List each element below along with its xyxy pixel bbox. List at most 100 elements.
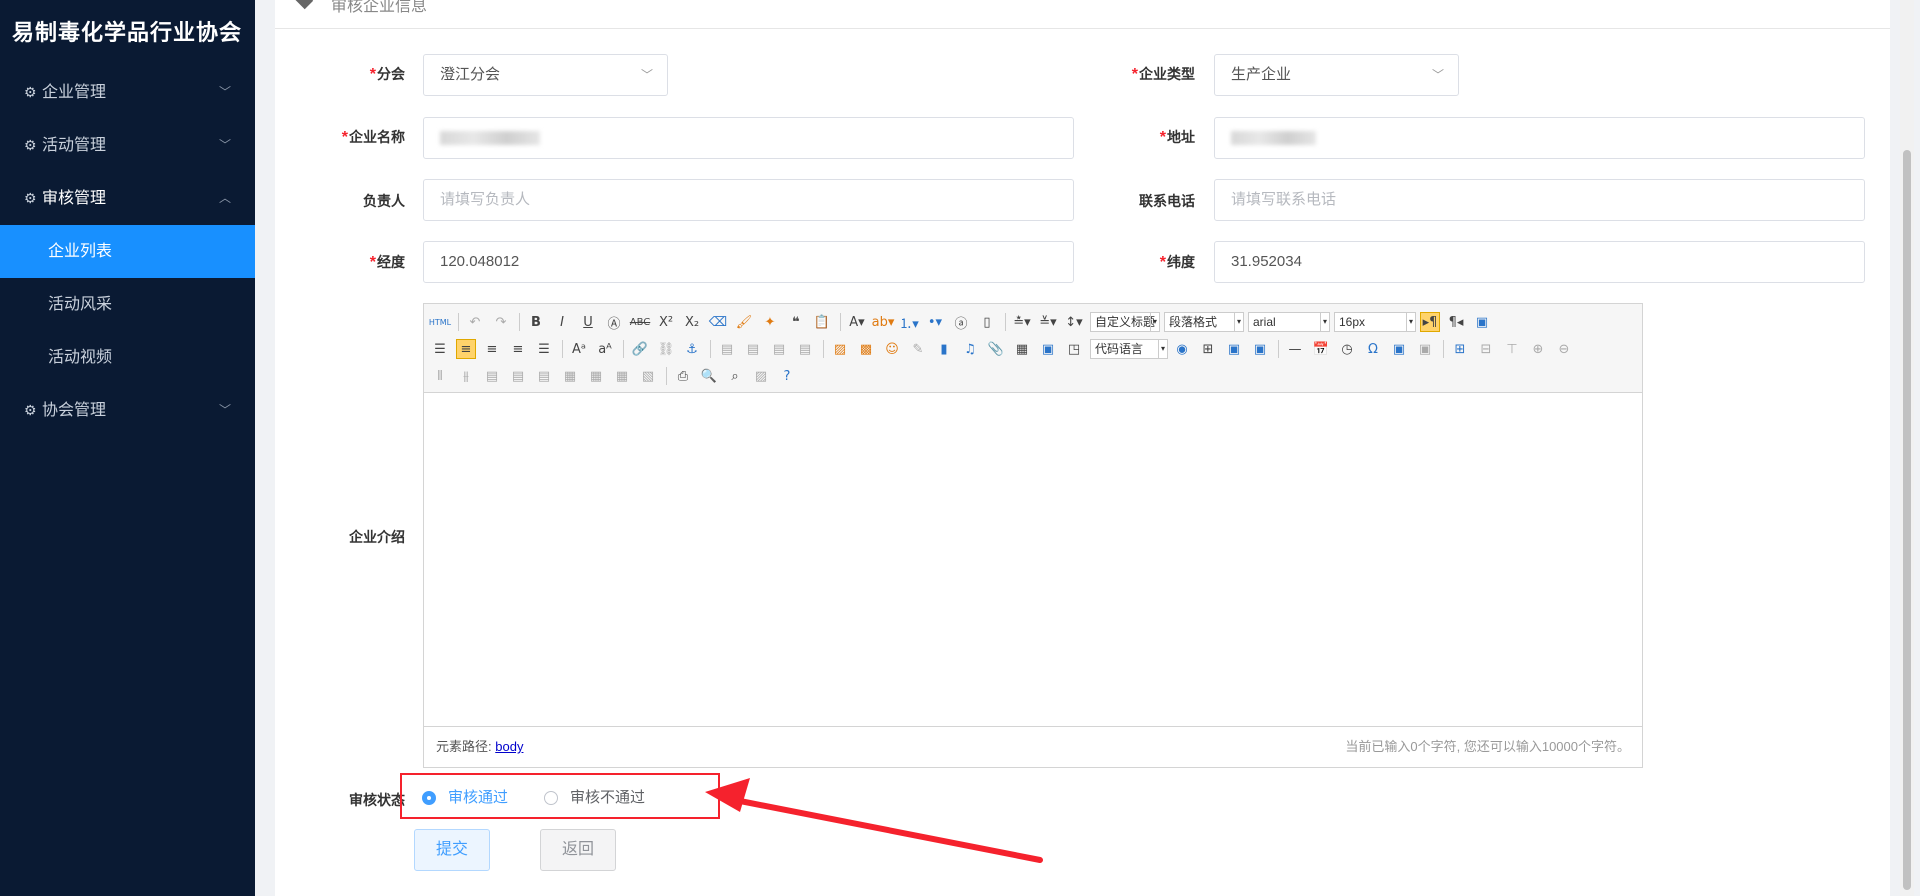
emotion-icon[interactable]: ☺ — [882, 339, 902, 359]
delete-row-icon[interactable]: ⊖ — [1554, 339, 1574, 359]
insert-video-icon[interactable]: ▮ — [934, 339, 954, 359]
font-family-select[interactable]: arial ▾ — [1248, 312, 1330, 332]
simple-upload-icon[interactable]: ▨ — [830, 339, 850, 359]
unlink-icon[interactable]: ⛓ — [656, 339, 676, 359]
link-icon[interactable]: 🔗 — [630, 339, 650, 359]
sidebar-item-company-list[interactable]: 企业列表 — [0, 225, 255, 278]
background-color-icon[interactable]: ab▾ — [872, 312, 895, 332]
ordered-list-icon[interactable]: ⒈▾ — [899, 312, 919, 332]
company-name-field[interactable] — [423, 117, 1074, 159]
insert-col-icon[interactable]: ⫴ — [430, 366, 450, 386]
align-justify-icon[interactable]: ☰ — [534, 339, 554, 359]
html-source-icon[interactable]: HTML — [429, 312, 451, 332]
merge-cells-icon[interactable]: ▤ — [482, 366, 502, 386]
align-center-icon[interactable]: ≡ — [482, 339, 502, 359]
underline-icon[interactable]: U — [578, 312, 598, 332]
horizontal-rule-icon[interactable]: — — [1285, 339, 1305, 359]
menu-activity-management[interactable]: ⚙ 活动管理 ﹀ — [0, 119, 255, 172]
merge-down-icon[interactable]: ▤ — [534, 366, 554, 386]
image-none-icon[interactable]: ▤ — [717, 339, 737, 359]
split-to-cols-icon[interactable]: ▦ — [612, 366, 632, 386]
map-icon[interactable]: ▣ — [1224, 339, 1244, 359]
owner-field[interactable]: 请填写负责人 — [423, 179, 1074, 221]
latitude-field[interactable]: 31.952034 — [1214, 241, 1865, 283]
font-size-select[interactable]: 16px ▾ — [1334, 312, 1416, 332]
row-spacing-bottom-icon[interactable]: ≚▾ — [1038, 312, 1058, 332]
radio-reject[interactable]: 审核不通过 — [544, 789, 645, 807]
strikethrough-icon[interactable]: ABC — [630, 312, 651, 332]
drafts-icon[interactable]: ▨ — [751, 366, 771, 386]
line-height-icon[interactable]: ↕▾ — [1064, 312, 1084, 332]
company-type-select[interactable]: 生产企业 ﹀ — [1214, 54, 1459, 96]
menu-review-management[interactable]: ⚙ 审核管理 ︿ — [0, 172, 255, 225]
unordered-list-icon[interactable]: •▾ — [925, 312, 945, 332]
anchor-icon[interactable]: ⚓ — [682, 339, 702, 359]
to-uppercase-icon[interactable]: Aᵃ — [569, 339, 589, 359]
auto-typeset-icon[interactable]: ✦ — [760, 312, 780, 332]
image-left-icon[interactable]: ▤ — [743, 339, 763, 359]
longitude-field[interactable]: 120.048012 — [423, 241, 1074, 283]
code-language-select[interactable]: 代码语言 ▾ — [1090, 339, 1168, 359]
sidebar-item-activity-style[interactable]: 活动风采 — [0, 278, 255, 331]
image-center-icon[interactable]: ▤ — [795, 339, 815, 359]
delete-table-icon[interactable]: ⊟ — [1476, 339, 1496, 359]
eraser-icon[interactable]: ⌫ — [708, 312, 728, 332]
insert-frame-icon[interactable]: ▦ — [1012, 339, 1032, 359]
bold-icon[interactable]: B — [526, 312, 546, 332]
font-color-icon[interactable]: A▾ — [847, 312, 867, 332]
back-button[interactable]: 返回 — [540, 829, 616, 871]
preview-search-icon[interactable]: 🔍 — [699, 366, 719, 386]
element-path-link[interactable]: body — [495, 739, 523, 754]
editor-content-area[interactable] — [424, 392, 1642, 727]
insert-code-icon[interactable]: ▣ — [1038, 339, 1058, 359]
menu-association-management[interactable]: ⚙ 协会管理 ﹀ — [0, 384, 255, 437]
preview-icon[interactable]: ▣ — [1472, 312, 1492, 332]
format-brush-icon[interactable]: 🖌 — [734, 312, 754, 332]
music-icon[interactable]: ♫ — [960, 339, 980, 359]
indent-icon[interactable]: ☰ — [430, 339, 450, 359]
subscript-icon[interactable]: X₂ — [682, 312, 702, 332]
scrollbar[interactable] — [1900, 0, 1914, 896]
insert-row-icon[interactable]: ⊕ — [1528, 339, 1548, 359]
search-replace-icon[interactable]: ⌕ — [725, 366, 745, 386]
print-icon[interactable]: ⎙ — [673, 366, 693, 386]
superscript-icon[interactable]: X² — [656, 312, 676, 332]
date-icon[interactable]: 📅 — [1311, 339, 1331, 359]
merge-right-icon[interactable]: ▤ — [508, 366, 528, 386]
charts-icon[interactable]: ▧ — [638, 366, 658, 386]
redo-icon[interactable]: ↷ — [491, 312, 511, 332]
split-to-cells-icon[interactable]: ▦ — [560, 366, 580, 386]
radio-approve[interactable]: 审核通过 — [422, 789, 508, 807]
split-to-rows-icon[interactable]: ▦ — [586, 366, 606, 386]
time-icon[interactable]: ◷ — [1337, 339, 1357, 359]
page-break-icon[interactable]: ◳ — [1064, 339, 1084, 359]
ltr-direction-icon[interactable]: ▸¶ — [1420, 312, 1440, 332]
phone-field[interactable]: 请填写联系电话 — [1214, 179, 1865, 221]
scrollbar-thumb[interactable] — [1903, 150, 1911, 890]
undo-icon[interactable]: ↶ — [465, 312, 485, 332]
italic-icon[interactable]: I — [552, 312, 572, 332]
menu-company-management[interactable]: ⚙ 企业管理 ﹀ — [0, 66, 255, 119]
font-border-icon[interactable]: Ⓐ — [604, 312, 624, 332]
address-field[interactable] — [1214, 117, 1865, 159]
row-spacing-top-icon[interactable]: ≛▾ — [1012, 312, 1032, 332]
sidebar-item-activity-video[interactable]: 活动视频 — [0, 331, 255, 384]
background-icon[interactable]: ⊞ — [1198, 339, 1218, 359]
paste-text-icon[interactable]: 📋 — [812, 312, 832, 332]
custom-title-select[interactable]: 自定义标题 ▾ — [1090, 312, 1160, 332]
clear-doc-icon[interactable]: ▯ — [977, 312, 997, 332]
rtl-direction-icon[interactable]: ¶◂ — [1446, 312, 1466, 332]
gmap-icon[interactable]: ▣ — [1250, 339, 1270, 359]
template-icon[interactable]: ◉ — [1172, 339, 1192, 359]
insert-paragraph-before-table-icon[interactable]: ⊤ — [1502, 339, 1522, 359]
special-chars-icon[interactable]: Ω — [1363, 339, 1383, 359]
branch-select[interactable]: 澄江分会 ﹀ — [423, 54, 668, 96]
delete-col-icon[interactable]: ⫵ — [456, 366, 476, 386]
insert-image-icon[interactable]: ▩ — [856, 339, 876, 359]
help-icon[interactable]: ? — [777, 366, 797, 386]
wordimage-icon[interactable]: ▣ — [1389, 339, 1409, 359]
attachment-icon[interactable]: 📎 — [986, 339, 1006, 359]
paragraph-format-select[interactable]: 段落格式 ▾ — [1164, 312, 1244, 332]
select-all-icon[interactable]: ⓐ — [951, 312, 971, 332]
to-lowercase-icon[interactable]: aᴬ — [595, 339, 615, 359]
